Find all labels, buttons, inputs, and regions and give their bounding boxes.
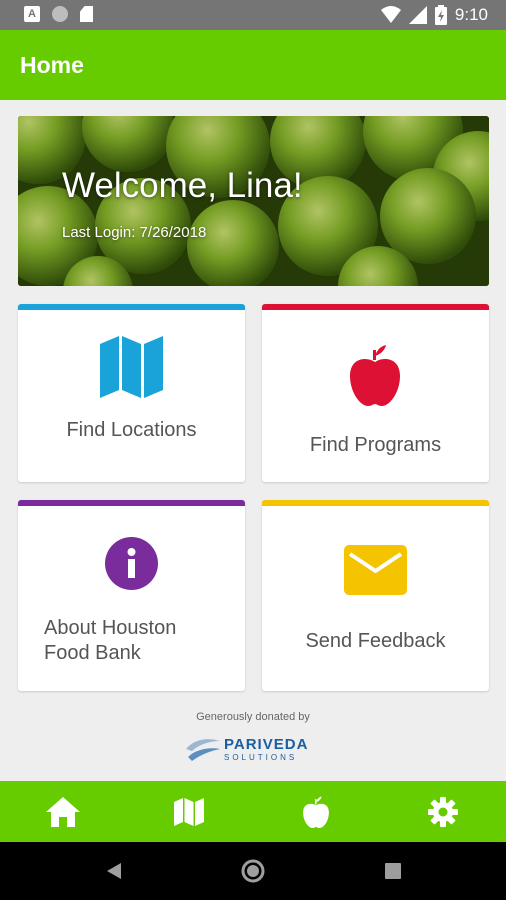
back-button[interactable] [84,842,144,900]
apple-icon [350,345,400,406]
status-bar: A 9:10 [0,0,506,30]
welcome-heading: Welcome, Lina! [62,166,303,205]
map-icon [174,797,204,826]
welcome-banner: Welcome, Lina! Last Login: 7/26/2018 [18,116,489,286]
signal-icon [408,6,427,24]
find-programs-label: Find Programs [309,434,442,456]
send-feedback-tile[interactable]: Send Feedback [262,500,489,691]
find-locations-tile[interactable]: Find Locations [18,304,245,482]
about-food-bank-label-line1: About Houston [44,617,177,639]
tile-accent-bar [18,304,245,310]
battery-icon [434,5,447,25]
mail-icon [344,545,407,595]
apple-icon [303,796,329,828]
donated-by-text: Generously donated by [196,711,310,723]
map-icon [100,336,163,398]
nav-programs[interactable] [253,781,379,842]
send-feedback-label: Send Feedback [305,630,446,652]
nav-settings[interactable] [380,781,506,842]
bottom-navigation [0,781,506,842]
back-icon [107,863,121,879]
tile-accent-bar [262,500,489,506]
recents-icon [385,863,401,879]
find-programs-tile[interactable]: Find Programs [262,304,489,482]
nav-map[interactable] [126,781,252,842]
home-icon [46,796,80,827]
home-circle-icon [241,859,265,883]
notification-circle-icon [52,6,68,22]
app-bar: Home [0,30,506,100]
sponsor-name: PARIVEDA [224,736,309,753]
wifi-icon [380,6,401,23]
home-button[interactable] [223,842,283,900]
sponsor-logo: PARIVEDA SOLUTIONS [184,733,334,767]
recents-button[interactable] [363,842,423,900]
page-title: Home [20,52,84,78]
gear-icon [428,796,458,827]
system-navigation-bar [0,842,506,900]
find-locations-label: Find Locations [66,419,197,441]
about-food-bank-label-line2: Food Bank [44,642,141,664]
nav-home[interactable] [0,781,126,842]
sd-card-icon [80,6,93,22]
info-icon [105,537,158,590]
tile-accent-bar [262,304,489,310]
tile-accent-bar [18,500,245,506]
pariveda-swoosh-icon [186,739,220,761]
clock: 9:10 [454,5,488,24]
sponsor-subtitle: SOLUTIONS [224,753,298,762]
about-food-bank-tile[interactable]: About Houston Food Bank [18,500,245,691]
last-login-text: Last Login: 7/26/2018 [62,224,207,241]
notification-a-icon: A [24,6,40,22]
